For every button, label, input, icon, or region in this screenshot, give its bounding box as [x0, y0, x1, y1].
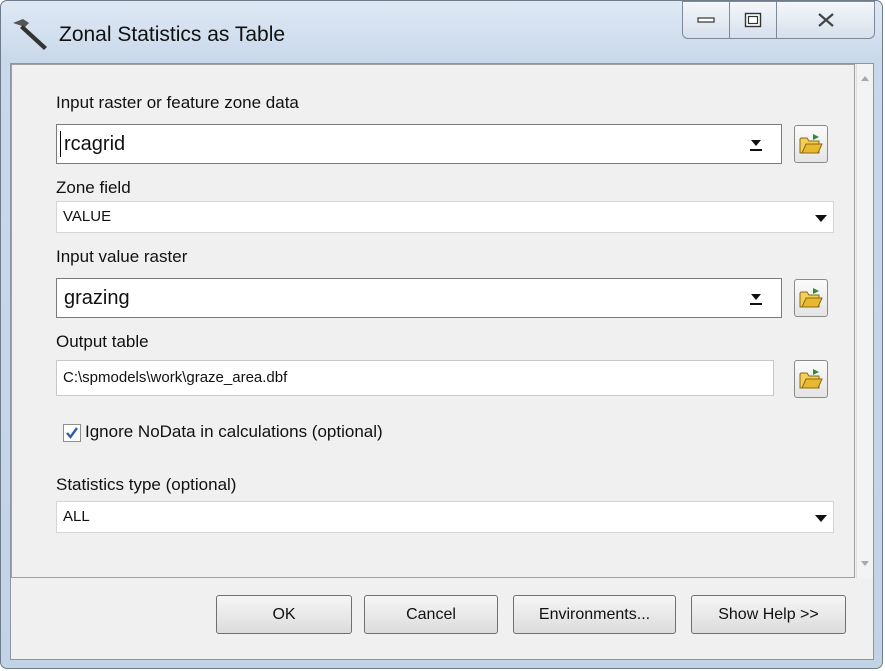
- folder-open-icon: [799, 134, 823, 154]
- output-table-browse-button[interactable]: [794, 360, 828, 398]
- zone-data-browse-button[interactable]: [794, 125, 828, 163]
- zone-field-value: VALUE: [63, 208, 112, 225]
- close-icon: [817, 13, 834, 27]
- scroll-down-icon[interactable]: [861, 561, 869, 566]
- chevron-down-icon: [750, 140, 762, 151]
- chevron-down-icon: [750, 294, 762, 305]
- ignore-nodata-label[interactable]: Ignore NoData in calculations (optional): [85, 422, 383, 442]
- window-title: Zonal Statistics as Table: [59, 23, 286, 46]
- folder-open-icon: [799, 288, 823, 308]
- output-table-input[interactable]: C:\spmodels\work\graze_area.dbf: [56, 360, 774, 396]
- ignore-nodata-checkbox[interactable]: [63, 424, 81, 442]
- zone-data-label: Input raster or feature zone data: [56, 93, 299, 112]
- scroll-up-icon[interactable]: [861, 76, 869, 81]
- dialog-body: Input raster or feature zone data rcagri…: [10, 63, 874, 660]
- dropdown-arrow-icon: [815, 515, 827, 522]
- value-raster-browse-button[interactable]: [794, 279, 828, 317]
- zone-data-combo[interactable]: rcagrid: [56, 124, 782, 164]
- value-raster-combo[interactable]: grazing: [56, 278, 782, 318]
- text-caret: [60, 131, 61, 157]
- close-button[interactable]: [776, 1, 875, 39]
- output-table-label: Output table: [56, 332, 149, 351]
- statistics-type-select[interactable]: ALL: [56, 501, 834, 533]
- statistics-type-label: Statistics type (optional): [56, 475, 237, 494]
- parameter-panel: Input raster or feature zone data rcagri…: [11, 64, 855, 578]
- maximize-button[interactable]: [729, 1, 777, 39]
- vertical-scrollbar[interactable]: [856, 64, 873, 578]
- value-raster-label: Input value raster: [56, 247, 188, 266]
- zone-field-select[interactable]: VALUE: [56, 201, 834, 233]
- value-raster-value: grazing: [64, 287, 130, 309]
- dialog-window: Zonal Statistics as Table Input raster o…: [0, 0, 883, 669]
- zone-data-value: rcagrid: [64, 133, 126, 155]
- statistics-type-value: ALL: [63, 508, 90, 525]
- ok-button[interactable]: OK: [216, 595, 352, 634]
- hammer-icon: [13, 19, 47, 50]
- cancel-button[interactable]: Cancel: [364, 595, 498, 634]
- environments-button[interactable]: Environments...: [513, 595, 676, 634]
- folder-open-icon: [799, 369, 823, 389]
- output-table-value: C:\spmodels\work\graze_area.dbf: [63, 369, 288, 386]
- show-help-button[interactable]: Show Help >>: [691, 595, 846, 634]
- dropdown-arrow-icon: [815, 215, 827, 222]
- maximize-icon: [744, 12, 762, 28]
- minimize-button[interactable]: [682, 1, 730, 39]
- minimize-icon: [697, 17, 715, 23]
- zone-field-label: Zone field: [56, 178, 131, 197]
- checkmark-icon: [66, 427, 78, 439]
- title-bar[interactable]: Zonal Statistics as Table: [1, 1, 882, 63]
